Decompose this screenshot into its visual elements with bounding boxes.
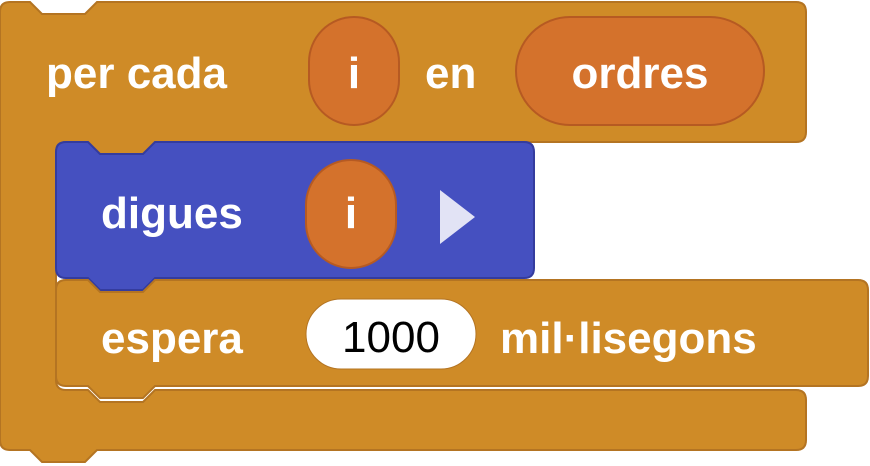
wait-unit-label: mil·lisegons (500, 314, 757, 363)
item-variable-label: i (348, 49, 360, 98)
say-argument-label: i (345, 189, 357, 238)
script-canvas: per cada i en ordres digues i espera 100… (0, 1, 869, 463)
for-each-in-label: en (425, 49, 476, 98)
wait-label: espera (101, 314, 243, 363)
list-variable-label: ordres (572, 49, 709, 98)
say-label: digues (101, 189, 243, 238)
for-each-label: per cada (46, 49, 228, 98)
wait-duration-value: 1000 (342, 313, 440, 362)
